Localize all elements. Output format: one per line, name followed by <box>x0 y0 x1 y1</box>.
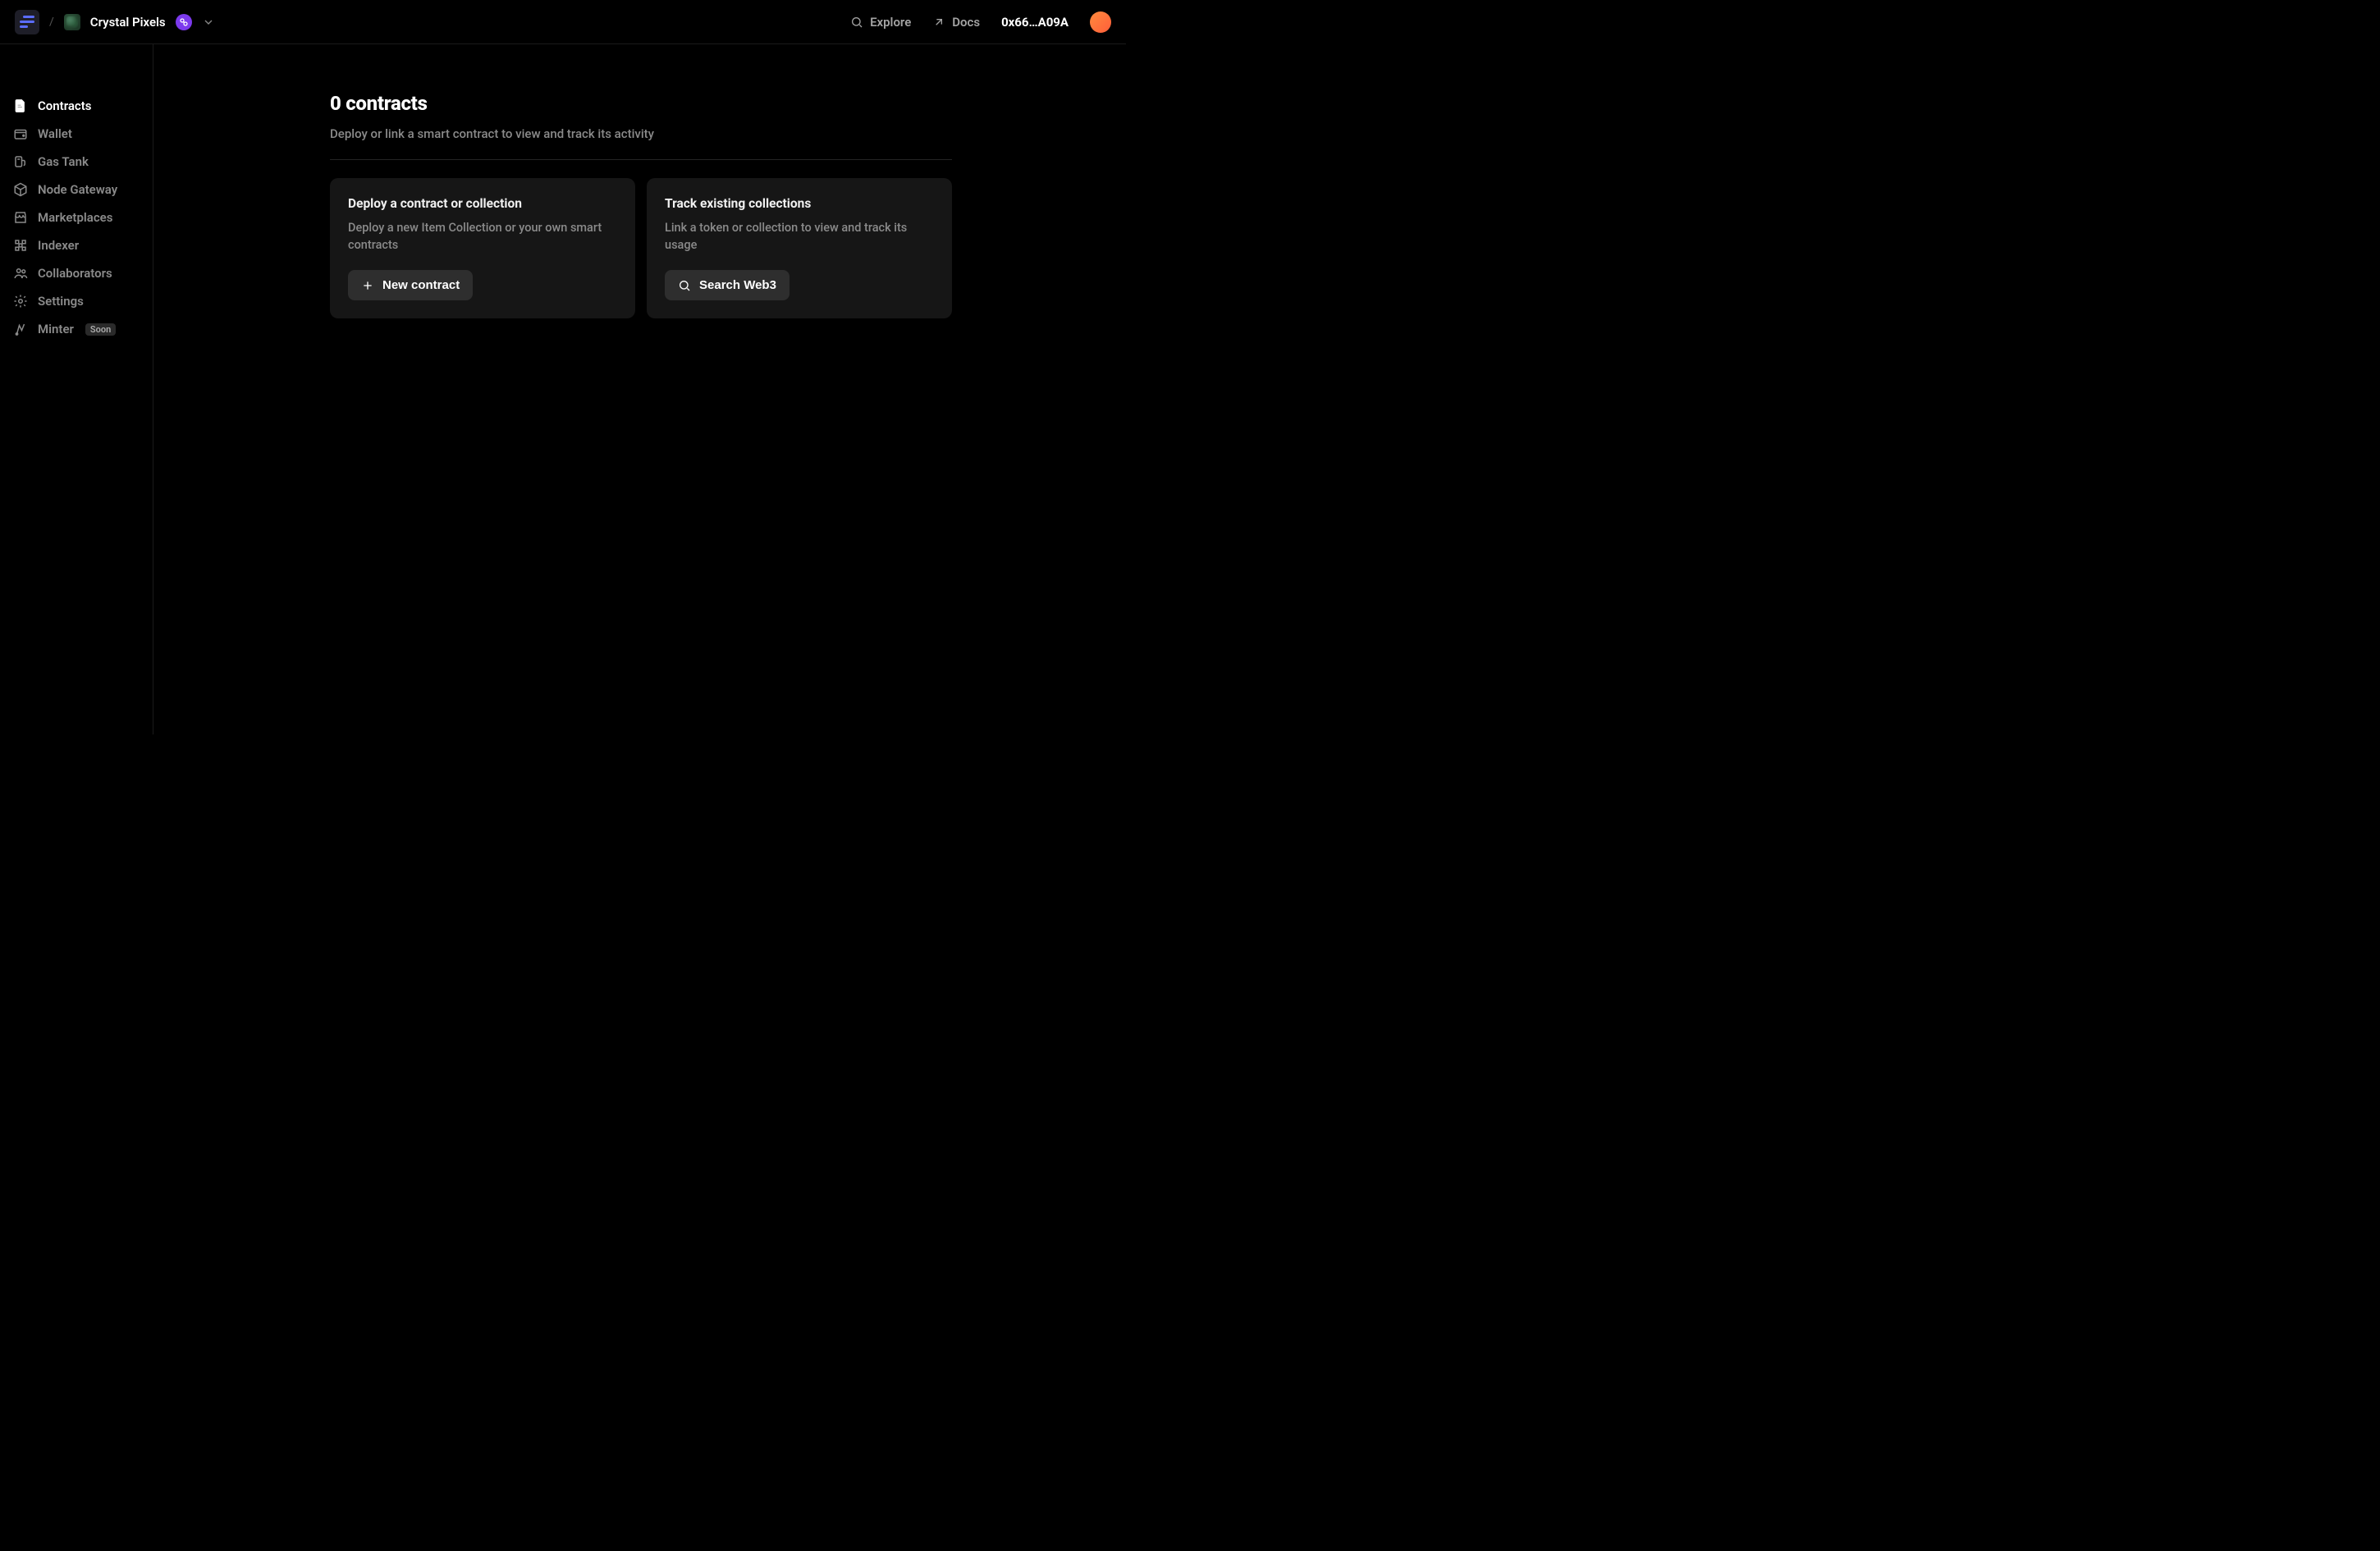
explore-label: Explore <box>870 15 911 30</box>
sidebar-item-label: Wallet <box>38 126 72 141</box>
topbar-left: / Crystal Pixels <box>15 10 850 34</box>
layout: Contracts Wallet Gas Tank Node Gateway <box>0 44 1126 734</box>
button-label: Search Web3 <box>699 278 776 292</box>
project-name[interactable]: Crystal Pixels <box>90 15 166 30</box>
search-web3-button[interactable]: Search Web3 <box>665 270 790 300</box>
sidebar-item-indexer[interactable]: Indexer <box>0 231 153 259</box>
button-label: New contract <box>382 278 460 292</box>
docs-link[interactable]: Docs <box>932 15 980 30</box>
minter-icon <box>13 322 28 336</box>
plus-icon <box>361 279 374 292</box>
grid-icon <box>13 238 28 253</box>
page-title: 0 contracts <box>330 92 952 115</box>
sidebar-item-label: Node Gateway <box>38 182 117 197</box>
card-title: Track existing collections <box>665 196 934 211</box>
sidebar-item-label: Settings <box>38 294 84 309</box>
document-icon <box>13 98 28 113</box>
project-icon[interactable] <box>64 14 80 30</box>
sidebar-item-wallet[interactable]: Wallet <box>0 120 153 148</box>
breadcrumb-separator: / <box>49 16 54 29</box>
divider <box>330 159 952 160</box>
main: 0 contracts Deploy or link a smart contr… <box>153 44 1126 734</box>
fuel-icon <box>13 154 28 169</box>
topbar-right: Explore Docs 0x66…A09A <box>850 11 1111 33</box>
sidebar-item-node-gateway[interactable]: Node Gateway <box>0 176 153 204</box>
main-inner: 0 contracts Deploy or link a smart contr… <box>330 92 952 318</box>
store-icon <box>13 210 28 225</box>
search-icon <box>678 279 691 292</box>
card-description: Link a token or collection to view and t… <box>665 219 934 254</box>
cards-row: Deploy a contract or collection Deploy a… <box>330 178 952 318</box>
chain-badge-icon[interactable] <box>176 14 192 30</box>
sidebar-item-label: Indexer <box>38 238 79 253</box>
sidebar: Contracts Wallet Gas Tank Node Gateway <box>0 44 153 734</box>
sidebar-item-label: Gas Tank <box>38 154 89 169</box>
users-icon <box>13 266 28 281</box>
sidebar-item-label: Minter <box>38 322 74 336</box>
sidebar-item-label: Contracts <box>38 98 92 113</box>
cube-icon <box>13 182 28 197</box>
arrow-up-right-icon <box>932 16 945 29</box>
card-description: Deploy a new Item Collection or your own… <box>348 219 617 254</box>
sidebar-item-minter[interactable]: Minter Soon <box>0 315 153 343</box>
app-logo[interactable] <box>15 10 39 34</box>
sidebar-item-contracts[interactable]: Contracts <box>0 92 153 120</box>
search-icon <box>850 16 863 29</box>
topbar: / Crystal Pixels Explore Docs 0x66…A09A <box>0 0 1126 44</box>
page-subtitle: Deploy or link a smart contract to view … <box>330 126 952 141</box>
sidebar-item-label: Collaborators <box>38 266 112 281</box>
new-contract-button[interactable]: New contract <box>348 270 473 300</box>
avatar[interactable] <box>1090 11 1111 33</box>
project-switcher-chevron-icon[interactable] <box>202 16 215 29</box>
card-title: Deploy a contract or collection <box>348 196 617 211</box>
wallet-address[interactable]: 0x66…A09A <box>1001 15 1069 30</box>
docs-label: Docs <box>952 15 980 30</box>
sidebar-item-settings[interactable]: Settings <box>0 287 153 315</box>
card-deploy: Deploy a contract or collection Deploy a… <box>330 178 635 318</box>
sidebar-item-label: Marketplaces <box>38 210 112 225</box>
sidebar-item-collaborators[interactable]: Collaborators <box>0 259 153 287</box>
sidebar-item-marketplaces[interactable]: Marketplaces <box>0 204 153 231</box>
sidebar-badge-soon: Soon <box>85 323 116 336</box>
sidebar-item-gas-tank[interactable]: Gas Tank <box>0 148 153 176</box>
explore-link[interactable]: Explore <box>850 15 911 30</box>
card-track: Track existing collections Link a token … <box>647 178 952 318</box>
wallet-icon <box>13 126 28 141</box>
gear-icon <box>13 294 28 309</box>
